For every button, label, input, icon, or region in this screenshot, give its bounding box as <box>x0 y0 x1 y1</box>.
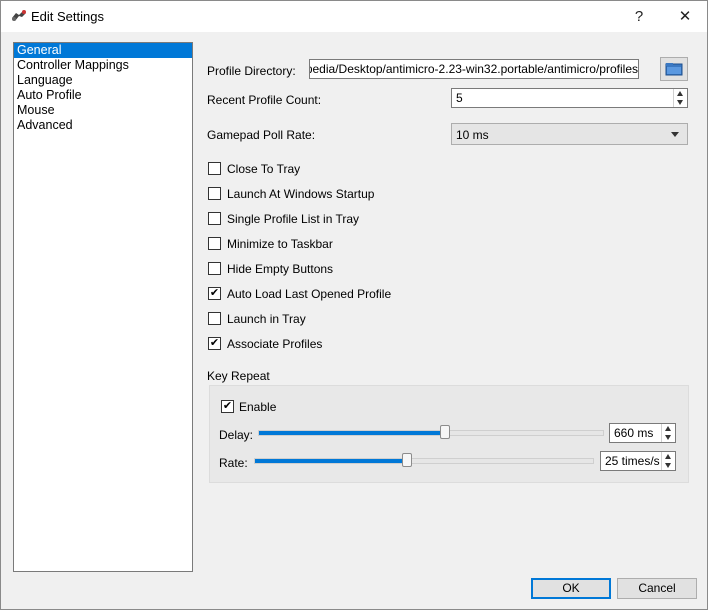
profile-directory-value: Softpedia/Desktop/antimicro-2.23-win32.p… <box>309 62 638 76</box>
delay-slider[interactable] <box>258 425 604 439</box>
delay-value: 660 ms <box>614 426 654 440</box>
enable-key-repeat-checkbox[interactable]: ✔ <box>221 400 234 413</box>
profile-directory-label: Profile Directory: <box>207 64 296 78</box>
ok-button[interactable]: OK <box>531 578 611 599</box>
launch-at-startup-label: Launch At Windows Startup <box>227 187 375 201</box>
increment-arrow-icon[interactable] <box>665 426 671 431</box>
hide-empty-buttons-label: Hide Empty Buttons <box>227 262 334 276</box>
associate-profiles-checkbox[interactable]: ✔ <box>208 337 221 350</box>
single-profile-list-checkbox[interactable] <box>208 212 221 225</box>
key-repeat-group: ✔ Enable Delay: 660 ms Rate: 25 times/s <box>209 385 689 483</box>
close-to-tray-label: Close To Tray <box>227 162 301 176</box>
rate-spinbox[interactable]: 25 times/s <box>600 451 676 471</box>
sidebar-item-controller-mappings[interactable]: Controller Mappings <box>14 58 192 73</box>
associate-profiles-label: Associate Profiles <box>227 337 323 351</box>
delay-spinbox[interactable]: 660 ms <box>609 423 676 443</box>
close-to-tray-checkbox[interactable] <box>208 162 221 175</box>
rate-slider-fill <box>255 459 408 463</box>
increment-arrow-icon[interactable] <box>665 454 671 459</box>
cancel-button[interactable]: Cancel <box>617 578 697 599</box>
rate-slider-handle[interactable] <box>402 453 413 467</box>
sidebar-item-auto-profile[interactable]: Auto Profile <box>14 88 192 103</box>
enable-key-repeat-label: Enable <box>239 400 277 414</box>
minimize-to-taskbar-label: Minimize to Taskbar <box>227 237 333 251</box>
browse-folder-button[interactable] <box>660 57 688 81</box>
settings-category-list: General Controller Mappings Language Aut… <box>13 42 193 572</box>
rate-label: Rate: <box>219 456 248 470</box>
launch-in-tray-checkbox[interactable] <box>208 312 221 325</box>
edit-settings-window: Edit Settings ? ✕ General Controller Map… <box>0 0 708 610</box>
delay-label: Delay: <box>219 428 254 442</box>
launch-at-startup-checkbox[interactable] <box>208 187 221 200</box>
recent-profile-count-spinbox[interactable]: 5 <box>451 88 688 108</box>
help-button[interactable]: ? <box>619 1 659 32</box>
delay-slider-fill <box>259 431 445 435</box>
gamepad-icon <box>12 10 26 21</box>
gamepad-poll-rate-label: Gamepad Poll Rate: <box>207 128 316 142</box>
decrement-arrow-icon[interactable] <box>665 435 671 440</box>
sidebar-item-mouse[interactable]: Mouse <box>14 103 192 118</box>
recent-profile-count-value: 5 <box>456 91 463 105</box>
launch-in-tray-label: Launch in Tray <box>227 312 306 326</box>
single-profile-list-label: Single Profile List in Tray <box>227 212 360 226</box>
hide-empty-buttons-checkbox[interactable] <box>208 262 221 275</box>
title-bar: Edit Settings ? ✕ <box>1 1 707 32</box>
key-repeat-title: Key Repeat <box>207 369 270 383</box>
auto-load-last-profile-label: Auto Load Last Opened Profile <box>227 287 392 301</box>
chevron-down-icon <box>671 132 679 137</box>
folder-icon <box>665 63 683 76</box>
rate-slider[interactable] <box>254 453 594 467</box>
sidebar-item-advanced[interactable]: Advanced <box>14 118 192 133</box>
gamepad-poll-rate-value: 10 ms <box>456 128 489 142</box>
recent-profile-count-label: Recent Profile Count: <box>207 93 322 107</box>
delay-slider-handle[interactable] <box>439 425 450 439</box>
decrement-arrow-icon[interactable] <box>665 463 671 468</box>
sidebar-item-general[interactable]: General <box>14 43 192 58</box>
close-button[interactable]: ✕ <box>665 1 705 32</box>
sidebar-item-language[interactable]: Language <box>14 73 192 88</box>
rate-value: 25 times/s <box>605 454 660 468</box>
minimize-to-taskbar-checkbox[interactable] <box>208 237 221 250</box>
window-title: Edit Settings <box>31 9 104 24</box>
auto-load-last-profile-checkbox[interactable]: ✔ <box>208 287 221 300</box>
gamepad-poll-rate-select[interactable]: 10 ms <box>451 123 688 145</box>
increment-arrow-icon[interactable] <box>677 91 683 96</box>
decrement-arrow-icon[interactable] <box>677 100 683 105</box>
profile-directory-input[interactable]: Softpedia/Desktop/antimicro-2.23-win32.p… <box>309 59 639 79</box>
